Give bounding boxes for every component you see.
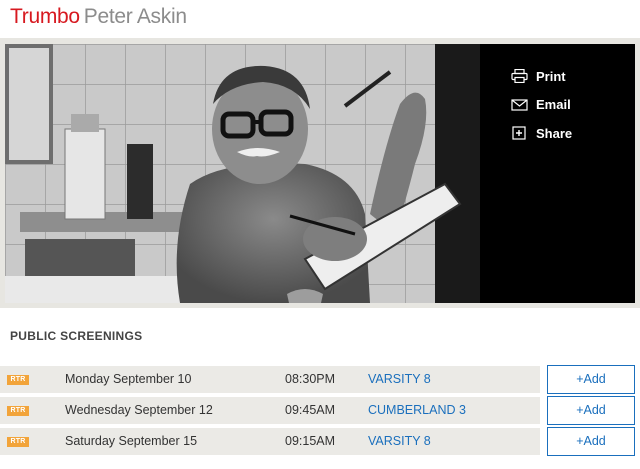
screening-row: RTR Monday September 10 08:30PM VARSITY … xyxy=(0,365,640,396)
screening-date: Wednesday September 12 xyxy=(65,403,213,417)
share-button[interactable]: Share xyxy=(511,119,572,148)
venue-link[interactable]: VARSITY 8 xyxy=(368,434,431,448)
screening-date: Saturday September 15 xyxy=(65,434,198,448)
email-label: Email xyxy=(536,97,571,113)
venue-link[interactable]: VARSITY 8 xyxy=(368,372,431,386)
print-button[interactable]: Print xyxy=(511,62,572,91)
rtr-badge: RTR xyxy=(7,375,29,385)
page-header: Trumbo Peter Askin xyxy=(10,3,187,31)
add-screening-button[interactable]: +Add xyxy=(547,365,635,394)
printer-icon xyxy=(511,69,528,84)
screening-row: RTR Wednesday September 12 09:45AM CUMBE… xyxy=(0,396,640,427)
rtr-badge: RTR xyxy=(7,437,29,447)
add-screening-button[interactable]: +Add xyxy=(547,427,635,456)
film-still-photo: Print Email Share xyxy=(5,44,635,303)
share-label: Share xyxy=(536,125,573,141)
hero-frame: Print Email Share xyxy=(0,38,640,308)
director-name: Peter Askin xyxy=(83,5,187,28)
share-actions: Print Email Share xyxy=(511,62,572,148)
envelope-icon xyxy=(511,98,528,112)
screenings-list: RTR Monday September 10 08:30PM VARSITY … xyxy=(0,365,640,458)
film-title: Trumbo xyxy=(10,5,80,28)
print-label: Print xyxy=(536,68,566,84)
add-screening-button[interactable]: +Add xyxy=(547,396,635,425)
screening-time: 09:45AM xyxy=(285,403,336,417)
venue-link[interactable]: CUMBERLAND 3 xyxy=(368,403,466,417)
section-heading: PUBLIC SCREENINGS xyxy=(10,329,143,343)
screening-row: RTR Saturday September 15 09:15AM VARSIT… xyxy=(0,427,640,458)
plus-box-icon xyxy=(511,126,528,140)
screening-time: 09:15AM xyxy=(285,434,336,448)
rtr-badge: RTR xyxy=(7,406,29,416)
screening-time: 08:30PM xyxy=(285,372,336,386)
screening-date: Monday September 10 xyxy=(65,372,192,386)
email-button[interactable]: Email xyxy=(511,91,572,120)
